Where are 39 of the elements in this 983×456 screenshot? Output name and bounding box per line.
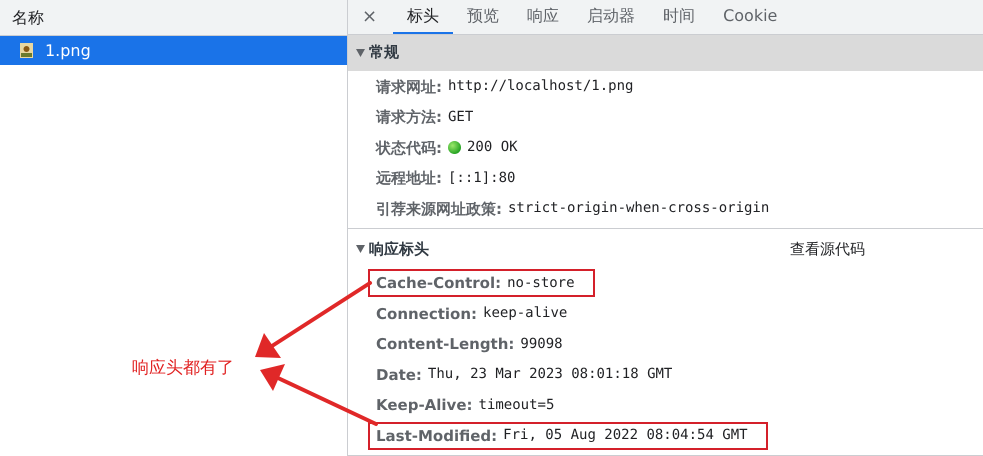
close-button[interactable]: × (358, 0, 382, 34)
tab[interactable]: 响应 (513, 0, 574, 34)
caret-icon[interactable] (356, 245, 365, 253)
image-file-icon (20, 43, 33, 58)
header-value: no-store (507, 274, 575, 293)
header-value: Thu, 23 Mar 2023 08:01:18 GMT (428, 365, 672, 384)
tab[interactable]: 时间 (649, 0, 710, 34)
section-header[interactable]: 常规 (348, 34, 983, 70)
header-value: Fri, 05 Aug 2022 08:04:54 GMT (503, 426, 748, 446)
view-source-link[interactable]: 查看源代码 (790, 238, 865, 260)
annotation-text: 响应头都有了 (132, 357, 234, 380)
tab[interactable]: 预览 (453, 0, 514, 34)
header-value: 200 OK (467, 138, 518, 158)
header-value: GET (448, 108, 474, 127)
request-row[interactable]: 1.png (0, 36, 347, 65)
header-name: 状态代码: (376, 138, 442, 158)
header-name: Last-Modified: (376, 426, 498, 446)
header-name: 引荐来源网址政策: (376, 198, 502, 220)
header-name: 远程地址: (376, 168, 442, 189)
header-name: Date: (376, 364, 422, 386)
section-title: 常规 (369, 42, 399, 64)
header-value: http://localhost/1.png (448, 77, 634, 96)
caret-icon[interactable] (356, 48, 365, 56)
header-value: keep-alive (483, 304, 568, 324)
tab[interactable]: 启动器 (573, 0, 650, 34)
header-name: Cache-Control: (376, 273, 502, 294)
header-name: Keep-Alive: (376, 395, 473, 416)
column-header[interactable]: 名称 (0, 0, 347, 36)
header-name: Connection: (376, 304, 478, 324)
header-value: 99098 (520, 334, 563, 354)
tab[interactable]: Cookie (709, 0, 792, 34)
section-title: 响应标头 (369, 238, 429, 260)
header-name: 请求网址: (376, 76, 442, 98)
status-dot-icon (448, 141, 461, 154)
header-value: strict-origin-when-cross-origin (508, 199, 770, 218)
header-name: 请求方法: (376, 107, 442, 128)
header-value: [::1]:80 (448, 168, 516, 188)
header-name: Content-Length: (376, 334, 514, 355)
header-value: timeout=5 (478, 396, 554, 415)
